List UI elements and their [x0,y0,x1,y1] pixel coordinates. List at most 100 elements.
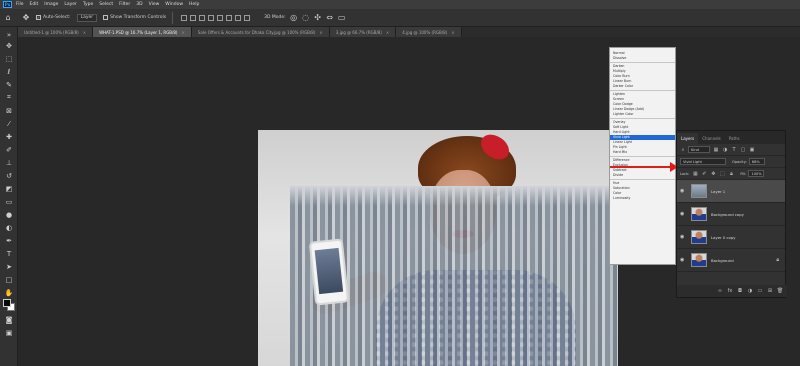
menu-select[interactable]: Select [99,2,113,7]
lock-artboard-icon[interactable]: ⬚ [719,171,725,177]
collapse-toolbar-icon[interactable]: » [4,30,14,39]
pen-icon[interactable]: ✒ [4,236,14,245]
distribute-spacing-icon[interactable] [244,14,251,21]
filter-shape-icon[interactable]: ▢ [740,147,746,153]
tab-3-jpg[interactable]: 3.jpg @ 66.7% (RGB/8) × [329,27,397,37]
align-right-icon[interactable] [199,14,206,21]
quick-mask-icon[interactable]: ◙ [4,315,14,324]
filter-adjustment-icon[interactable]: ◑ [722,147,728,153]
orbit-3d-icon[interactable]: ◎ [290,13,298,22]
auto-select-option[interactable]: ✓ Auto-Select: [36,15,71,20]
close-icon[interactable]: × [386,30,389,35]
add-mask-icon[interactable]: ◘ [737,288,743,294]
layer-row[interactable]: ◉ Background copy [677,203,785,226]
eye-icon[interactable]: ◉ [680,234,688,240]
slide-3d-icon[interactable]: ⇔ [326,13,334,22]
blend-mode-option[interactable]: Divide [610,173,675,178]
close-icon[interactable]: × [182,30,185,35]
menu-view[interactable]: View [149,2,160,7]
brush-icon[interactable]: ✐ [4,145,14,154]
blend-mode-option[interactable]: Lighter Color [610,112,675,117]
opacity-field[interactable]: 68% [748,158,765,165]
layer-row[interactable]: ◉ Background 🔒︎ [677,249,785,272]
auto-select-dropdown[interactable]: Layer [76,13,98,22]
close-icon[interactable]: × [319,30,322,35]
dodge-icon[interactable]: ◐ [4,223,14,232]
menu-help[interactable]: Help [189,2,199,7]
fill-field[interactable]: 100% [748,170,765,177]
close-icon[interactable]: × [83,30,86,35]
show-transform-checkbox[interactable] [103,15,109,20]
layer-row[interactable]: ◉ Layer 0 copy [677,226,785,249]
scale-3d-icon[interactable]: ▭ [338,13,346,22]
filter-type-icon[interactable]: T [731,147,737,153]
layer-style-icon[interactable]: fx [727,288,733,294]
filter-smart-object-icon[interactable]: ▣ [749,147,755,153]
tab-4-jpg[interactable]: 4.jpg @ 100% (RGB/8) × [396,27,462,37]
lock-all-icon[interactable]: 🔒︎ [728,171,734,177]
lock-image-icon[interactable]: ✐ [701,171,707,177]
tab-layers[interactable]: Layers [677,133,699,144]
align-center-icon[interactable] [190,14,197,21]
menu-window[interactable]: Window [165,2,183,7]
shape-icon[interactable]: □ [4,275,14,284]
type-icon[interactable]: T [4,249,14,258]
menu-file[interactable]: File [16,2,24,7]
document-canvas-image[interactable] [258,130,618,366]
new-layer-icon[interactable]: ⊞ [767,288,773,294]
tab-untitled-1[interactable]: Untitled-1 @ 100% (RGB/8) × [18,27,94,37]
menu-filter[interactable]: Filter [119,2,130,7]
delete-layer-icon[interactable]: 🗑︎ [777,288,783,294]
blend-mode-option[interactable]: Luminosity [610,196,675,201]
align-top-icon[interactable] [208,14,215,21]
home-icon[interactable]: ⌂ [4,13,12,22]
blend-mode-option[interactable]: Darker Color [610,84,675,89]
distribute-icon[interactable] [235,14,242,21]
blend-mode-option[interactable]: Hard Mix [610,150,675,155]
foreground-color-swatch[interactable] [3,299,11,307]
quick-select-icon[interactable]: ✎ [4,80,14,89]
eye-icon[interactable]: ◉ [680,188,688,194]
adjustment-layer-icon[interactable]: ◑ [747,288,753,294]
eye-icon[interactable]: ◉ [680,257,688,263]
menu-type[interactable]: Type [83,2,93,7]
tab-what-1[interactable]: WHAT-1.PSD @ 16.7% (Layer 1, RGB/8) × [93,27,192,37]
align-left-icon[interactable] [181,14,188,21]
roll-3d-icon[interactable]: ◌ [302,13,310,22]
eyedropper-icon[interactable]: ⁄ [4,119,14,128]
path-select-icon[interactable]: ➤ [4,262,14,271]
blur-icon[interactable]: ● [4,210,14,219]
tab-channels[interactable]: Channels [698,133,725,144]
kind-filter-select[interactable]: Kind [688,146,710,153]
move-icon[interactable]: ✥ [4,41,14,50]
move-tool-icon[interactable]: ✥ [22,13,30,22]
filter-pixel-icon[interactable]: ▦ [713,147,719,153]
frame-icon[interactable]: ⊠ [4,106,14,115]
align-bottom-icon[interactable] [226,14,233,21]
eye-icon[interactable]: ◉ [680,211,688,217]
blend-mode-dropdown-list[interactable]: Normal Dissolve Darken Multiply Color Burn Li… [609,47,676,265]
menu-edit[interactable]: Edit [30,2,39,7]
menu-image[interactable]: Image [44,2,58,7]
history-brush-icon[interactable]: ↺ [4,171,14,180]
align-middle-icon[interactable] [217,14,224,21]
screen-mode-icon[interactable]: ▣ [4,328,14,337]
pan-3d-icon[interactable]: ✣ [314,13,322,22]
lock-position-icon[interactable]: ✥ [710,171,716,177]
layer-row[interactable]: ◉ Layer 1 [677,180,785,203]
lock-transparent-icon[interactable]: ▦ [692,171,698,177]
marquee-icon[interactable]: ⬚ [4,54,14,63]
clone-stamp-icon[interactable]: ⊥ [4,158,14,167]
eraser-icon[interactable]: ◩ [4,184,14,193]
tab-paths[interactable]: Paths [725,133,744,144]
gradient-icon[interactable]: ▭ [4,197,14,206]
show-transform-option[interactable]: Show Transform Controls [103,15,166,20]
menu-layer[interactable]: Layer [64,2,77,7]
lasso-icon[interactable]: ℓ [4,67,14,76]
menu-3d[interactable]: 3D [136,2,142,7]
link-layers-icon[interactable]: ∞ [717,288,723,294]
blend-mode-option[interactable]: Dissolve [610,56,675,61]
close-icon[interactable]: × [451,30,454,35]
new-group-icon[interactable]: ▭ [757,288,763,294]
hand-icon[interactable]: ✋ [4,288,14,297]
